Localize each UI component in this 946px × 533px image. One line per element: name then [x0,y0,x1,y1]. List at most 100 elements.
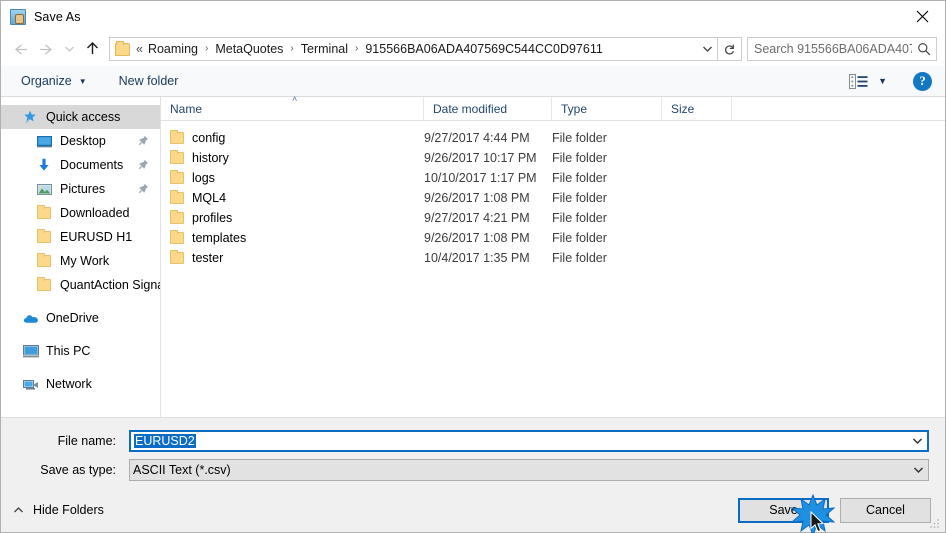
onedrive-icon [23,313,40,324]
folder-icon [170,210,184,224]
save-button[interactable]: Save [738,497,829,523]
back-icon[interactable] [7,36,33,62]
column-header-label: Type [561,101,588,116]
folder-icon [170,150,184,164]
column-header-size[interactable]: Size [662,97,732,120]
column-header-label: Size [671,101,695,116]
file-type: File folder [552,151,607,165]
folder-icon [170,230,184,244]
sidebar-item-downloaded[interactable]: Downloaded [1,201,160,225]
search-input[interactable]: Search 915566BA06ADA40756... [747,37,937,61]
pictures-icon [37,183,54,196]
navigation-bar: « Roaming › MetaQuotes › Terminal › 9155… [1,32,945,66]
table-row[interactable]: logs 10/10/2017 1:17 PM File folder [161,168,945,188]
breadcrumb-overflow[interactable]: « [135,38,145,60]
folder-icon [115,40,130,56]
breadcrumb-item-terminal[interactable]: Terminal [298,38,351,60]
file-date: 10/4/2017 1:35 PM [424,251,530,265]
save-as-type-value: ASCII Text (*.csv) [133,463,231,477]
file-type: File folder [552,171,607,185]
file-name: tester [192,251,224,265]
file-list-pane: ˄ Name Date modified Type Size config 9/… [161,94,945,417]
forward-icon[interactable] [33,36,59,62]
file-type: File folder [552,131,607,145]
file-name-row: File name: EURUSD2 [17,430,929,452]
breadcrumb-separator-icon[interactable]: › [351,38,362,60]
refresh-icon[interactable] [718,38,741,60]
table-row[interactable]: history 9/26/2017 10:17 PM File folder [161,148,945,168]
file-name-input[interactable]: EURUSD2 [129,430,929,452]
breadcrumb-item-metaquotes[interactable]: MetaQuotes [212,38,286,60]
breadcrumb[interactable]: « Roaming › MetaQuotes › Terminal › 9155… [109,37,742,61]
close-icon[interactable] [899,1,945,32]
search-icon[interactable] [912,42,936,56]
file-name-cell: profiles [161,210,424,225]
window-title: Save As [34,9,81,24]
sidebar-item-network[interactable]: Network [1,372,160,396]
breadcrumb-item-roaming[interactable]: Roaming [145,38,201,60]
file-type: File folder [552,231,607,245]
file-name-cell: logs [161,170,424,185]
form-area: File name: EURUSD2 Save as type: ASCII T… [1,417,945,488]
resize-grip[interactable] [928,516,940,528]
sidebar-item-onedrive[interactable]: OneDrive [1,306,160,330]
breadcrumb-separator-icon[interactable]: › [286,38,297,60]
organize-label: Organize [21,74,72,88]
file-name-label: File name: [57,434,116,448]
sidebar-item-pictures[interactable]: Pictures [1,177,160,201]
recent-locations-chevron-down-icon[interactable] [59,36,79,62]
title-bar: Save As [1,1,945,32]
file-name: profiles [192,211,233,225]
sidebar-item-my-work[interactable]: My Work [1,249,160,273]
table-row[interactable]: config 9/27/2017 4:44 PM File folder [161,128,945,148]
save-as-type-select[interactable]: ASCII Text (*.csv) [129,459,929,481]
new-folder-button[interactable]: New folder [115,66,183,96]
chevron-down-icon[interactable] [908,466,928,474]
sidebar-item-quantaction-signal[interactable]: QuantAction Signal [1,273,160,297]
pin-icon[interactable] [138,183,149,197]
sidebar-item-label: My Work [60,254,110,268]
folder-icon [170,250,184,264]
organize-button[interactable]: Organize ▼ [17,66,91,96]
file-rows: config 9/27/2017 4:44 PM File folder his… [161,121,945,417]
dialog-body: Quick access Desktop Documents Pictures … [1,94,945,417]
breadcrumb-item-guid[interactable]: 915566BA06ADA407569C544CC0D97611 [362,38,605,60]
chevron-down-icon[interactable] [907,437,927,445]
file-name: templates [192,231,247,245]
sidebar-item-this-pc[interactable]: This PC [1,339,160,363]
this-pc-icon [23,344,40,358]
column-header-type[interactable]: Type [552,97,662,120]
list-view-icon[interactable] [849,73,868,89]
hide-folders-label: Hide Folders [33,503,104,517]
table-row[interactable]: MQL4 9/26/2017 1:08 PM File folder [161,188,945,208]
file-name-cell: tester [161,250,424,265]
hide-folders-button[interactable]: Hide Folders [13,503,104,517]
sidebar-item-desktop[interactable]: Desktop [1,129,160,153]
toolbar: Organize ▼ New folder ▼ ? [1,66,945,97]
file-name-cell: templates [161,230,424,245]
sidebar-item-quick-access[interactable]: Quick access [1,105,160,129]
help-button[interactable]: ? [913,71,932,91]
breadcrumb-separator-icon[interactable]: › [201,38,212,60]
sidebar-item-label: QuantAction Signal [60,278,160,292]
sidebar-item-eurusd-h1[interactable]: EURUSD H1 [1,225,160,249]
folder-icon [37,277,54,291]
file-name: logs [192,171,215,185]
folder-icon [37,229,54,243]
table-row[interactable]: templates 9/26/2017 1:08 PM File folder [161,228,945,248]
file-name-cell: history [161,150,424,165]
table-row[interactable]: tester 10/4/2017 1:35 PM File folder [161,248,945,268]
pin-icon[interactable] [138,159,149,173]
file-name-value: EURUSD2 [134,434,196,448]
sidebar: Quick access Desktop Documents Pictures … [1,97,161,417]
sidebar-item-documents[interactable]: Documents [1,153,160,177]
up-icon[interactable] [79,36,105,62]
pin-icon[interactable] [138,135,149,149]
column-header-date-modified[interactable]: Date modified [424,97,552,120]
view-options-chevron-down-icon[interactable]: ▼ [878,76,887,86]
column-header-name[interactable]: ˄ Name [161,94,424,120]
cancel-button[interactable]: Cancel [840,497,931,523]
table-row[interactable]: profiles 9/27/2017 4:21 PM File folder [161,208,945,228]
breadcrumb-chevron-down-icon[interactable] [697,45,717,53]
